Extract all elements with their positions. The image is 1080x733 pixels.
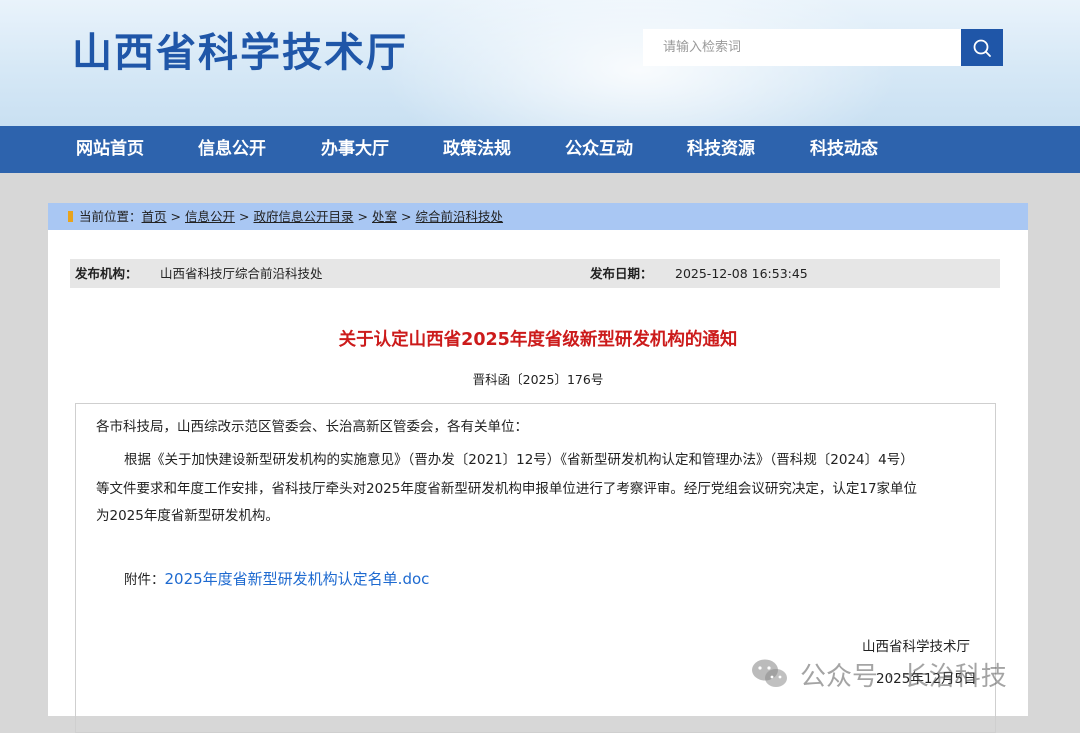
article-body: 各市科技局，山西综改示范区管委会、长治高新区管委会，各有关单位： 根据《关于加快…	[75, 403, 996, 733]
breadcrumb-separator: >	[401, 209, 412, 224]
attachment-link[interactable]: 2025年度省新型研发机构认定名单.doc	[165, 570, 430, 588]
article-paragraph-line-3: 为2025年度省新型研发机构。	[96, 508, 279, 524]
breadcrumb-marker-icon	[68, 211, 73, 222]
site-title[interactable]: 山西省科学技术厅	[72, 20, 408, 78]
attachment-label: 附件：	[124, 572, 165, 588]
breadcrumb-separator: >	[239, 209, 250, 224]
search-icon	[973, 39, 991, 57]
breadcrumb-link-department[interactable]: 处室	[372, 209, 397, 224]
nav-item-info[interactable]: 信息公开	[198, 126, 266, 173]
article-paragraph-line-1: 根据《关于加快建设新型研发机构的实施意见》（晋办发〔2021〕12号）《省新型研…	[124, 452, 914, 468]
signature-date: 2025年12月5日	[876, 671, 977, 687]
nav-item-resources[interactable]: 科技资源	[687, 126, 755, 173]
signature-organization: 山西省科学技术厅	[862, 639, 970, 655]
breadcrumb-link-home[interactable]: 首页	[142, 209, 167, 224]
publisher-label: 发布机构：	[75, 266, 138, 281]
site-header: 山西省科学技术厅	[0, 0, 1080, 126]
publisher-value: 山西省科技厅综合前沿科技处	[160, 266, 323, 281]
nav-item-policy[interactable]: 政策法规	[443, 126, 511, 173]
article-meta-bar: 发布机构： 山西省科技厅综合前沿科技处 发布日期： 2025-12-08 16:…	[70, 259, 1000, 288]
breadcrumb-prefix: 当前位置：	[79, 209, 142, 224]
publish-date-value: 2025-12-08 16:53:45	[675, 266, 808, 281]
breadcrumb-separator: >	[170, 209, 182, 224]
breadcrumb-separator: >	[357, 209, 369, 224]
publish-date-label: 发布日期：	[590, 266, 653, 281]
article-title: 关于认定山西省2025年度省级新型研发机构的通知	[338, 330, 738, 350]
breadcrumb-link-info[interactable]: 信息公开	[185, 209, 235, 224]
nav-item-services[interactable]: 办事大厅	[321, 126, 389, 173]
nav-item-home[interactable]: 网站首页	[76, 126, 144, 173]
nav-item-news[interactable]: 科技动态	[810, 126, 878, 173]
document-number: 晋科函〔2025〕176号	[472, 372, 604, 387]
nav-item-interact[interactable]: 公众互动	[565, 126, 633, 173]
nav-sub-strip	[0, 173, 1080, 203]
search-button[interactable]	[961, 29, 1003, 66]
main-nav: 网站首页 信息公开 办事大厅 政策法规 公众互动 科技资源 科技动态	[0, 126, 1080, 173]
breadcrumb-link-catalog[interactable]: 政府信息公开目录	[254, 209, 354, 224]
attachment-row: 附件：2025年度省新型研发机构认定名单.doc	[124, 568, 429, 589]
content-panel: 当前位置：首页 > 信息公开 > 政府信息公开目录 > 处室 > 综合前沿科技处 发布机构： 山…	[48, 203, 1028, 733]
breadcrumb: 当前位置：首页 > 信息公开 > 政府信息公开目录 > 处室 > 综合前沿科技处	[48, 203, 1028, 230]
breadcrumb-link-office[interactable]: 综合前沿科技处	[416, 209, 504, 224]
article-paragraph-line-2: 等文件要求和年度工作安排，省科技厅牵头对2025年度省新型研发机构申报单位进行了…	[96, 481, 918, 497]
article-salutation: 各市科技局，山西综改示范区管委会、长治高新区管委会，各有关单位：	[96, 419, 528, 435]
search-input[interactable]	[643, 29, 961, 66]
